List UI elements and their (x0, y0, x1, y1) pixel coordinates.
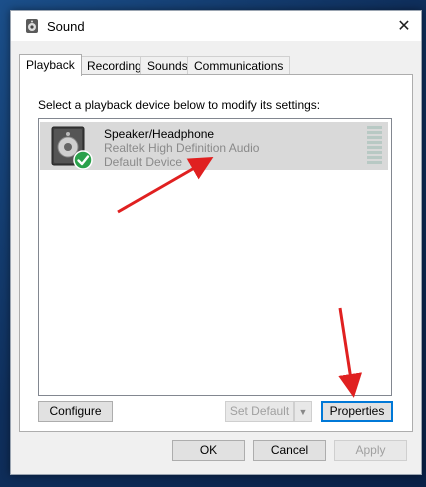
device-list[interactable]: Speaker/Headphone Realtek High Definitio… (38, 118, 392, 396)
set-default-button[interactable]: Set Default (225, 401, 294, 422)
apply-button[interactable]: Apply (334, 440, 407, 461)
close-icon: ✕ (397, 18, 411, 35)
chevron-down-icon: ▼ (298, 407, 308, 417)
title-bar: Sound ✕ (11, 11, 421, 41)
tab-communications[interactable]: Communications (187, 56, 291, 75)
properties-button[interactable]: Properties (321, 401, 393, 422)
set-default-dropdown-button[interactable]: ▼ (294, 401, 312, 422)
device-name: Speaker/Headphone (104, 127, 215, 141)
level-meter (367, 126, 382, 166)
close-button[interactable]: ✕ (387, 11, 421, 41)
device-driver: Realtek High Definition Audio (104, 141, 260, 155)
speaker-icon (51, 126, 93, 170)
window-title: Sound (47, 19, 85, 34)
playback-panel: Select a playback device below to modify… (19, 74, 413, 432)
tab-playback[interactable]: Playback (19, 54, 82, 76)
default-check-icon (73, 150, 93, 170)
sound-dialog: Sound ✕ Playback Recording Sounds Commun… (10, 10, 422, 475)
sound-app-icon (26, 19, 38, 33)
instruction-text: Select a playback device below to modify… (38, 98, 321, 112)
ok-button[interactable]: OK (172, 440, 245, 461)
device-item-speaker-headphone[interactable]: Speaker/Headphone Realtek High Definitio… (40, 122, 388, 170)
configure-button[interactable]: Configure (38, 401, 113, 422)
cancel-button[interactable]: Cancel (253, 440, 326, 461)
device-status: Default Device (104, 155, 183, 169)
tab-recording[interactable]: Recording (80, 56, 149, 75)
